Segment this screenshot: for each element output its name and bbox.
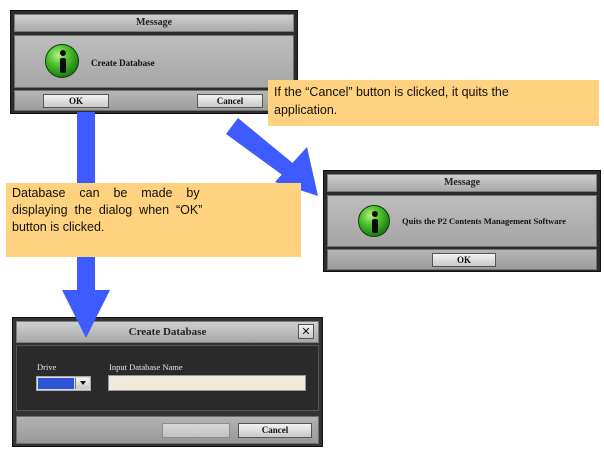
ok-callout-line-3: button is clicked. [12, 220, 105, 234]
ok-callout: Database can be made by displaying the d… [6, 183, 301, 257]
ok-callout-line-2: displaying the dialog when “OK” [12, 203, 203, 217]
cancel-callout: If the “Cancel” button is clicked, it qu… [268, 80, 599, 126]
ok-callout-line-1: Database can be made by [12, 186, 200, 200]
cancel-callout-line-1: If the “Cancel” button is clicked, it qu… [274, 85, 509, 99]
cancel-callout-line-2: application. [274, 103, 338, 117]
